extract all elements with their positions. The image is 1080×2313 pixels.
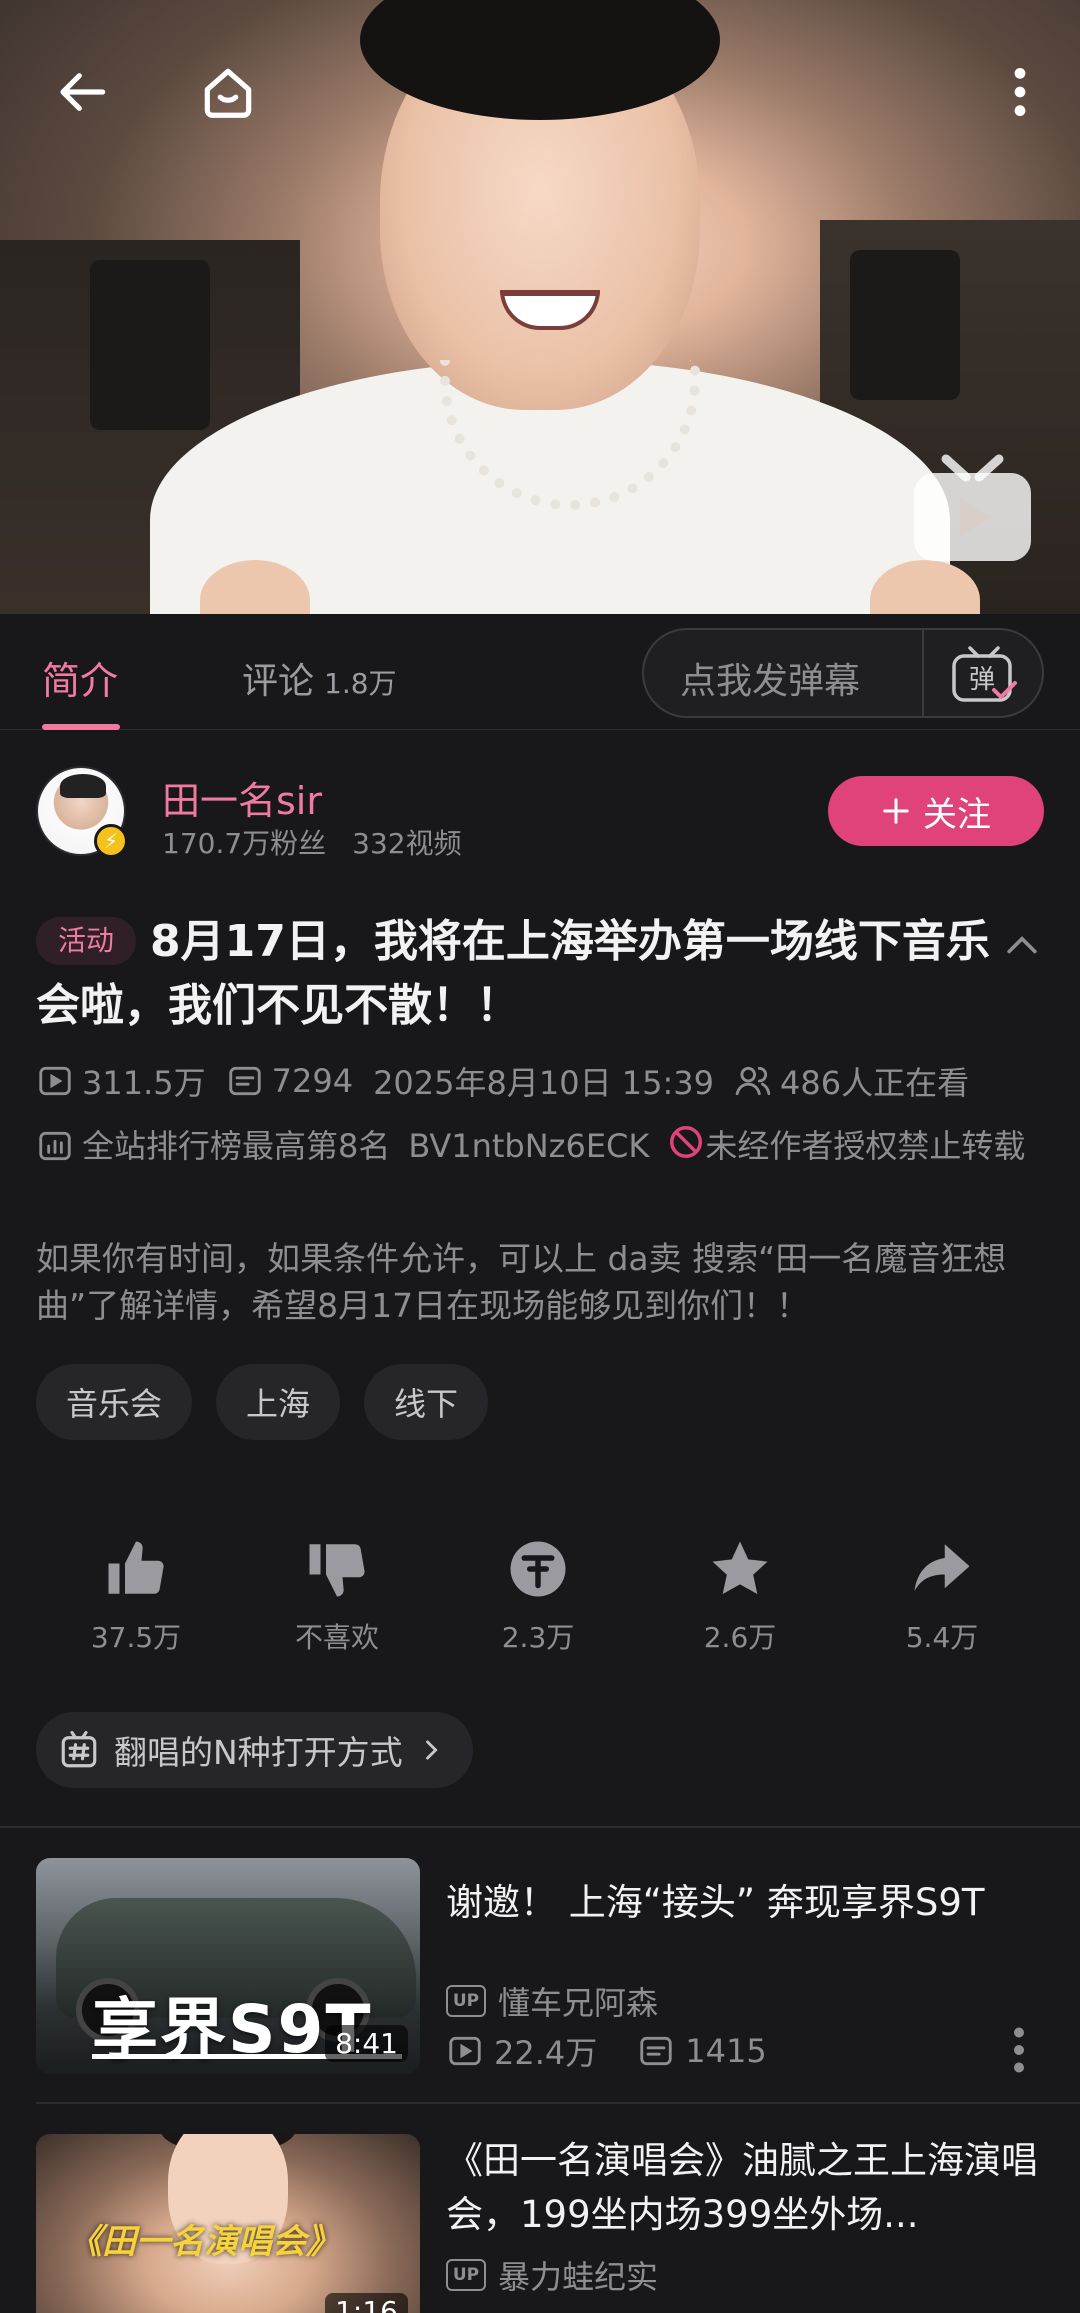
ranking-icon [39,1131,71,1161]
danmaku-input[interactable]: 点我发弹幕 [680,652,860,704]
follow-label: 关注 [923,794,991,835]
uploader-fans: 170.7万粉丝 [162,827,327,860]
coin-icon [510,1541,566,1597]
related-stats: 22.4万 1415 [446,2028,767,2074]
publish-date: 2025年8月10日 15:39 [373,1064,714,1102]
copyright-notice: 未经作者授权禁止转载 [705,1127,1026,1165]
section-divider [0,1826,1080,1828]
thumbnail-caption: 《田一名演唱会》 [68,2222,340,2262]
video-info-row: 全站排行榜最高第8名 BV1ntbNz6ECK 未经作者授权禁止转载 [36,1123,1046,1169]
danmaku-toggle-icon[interactable]: 弹 [944,642,1024,706]
comments-count: 1.8万 [324,667,397,700]
back-button[interactable] [44,52,124,132]
related-video-item[interactable]: 《田一名演唱会》 1:16 《田一名演唱会》油腻之王上海演唱会，199坐内场39… [36,2134,1046,2313]
watching-count: 486人正在看 [779,1064,970,1102]
tab-comments[interactable]: 评论 1.8万 [242,652,397,704]
star-icon [712,1541,768,1595]
danmaku-count-icon [640,2036,672,2066]
share-button[interactable]: 5.4万 [872,1536,1012,1656]
coin-count: 2.3万 [501,1621,575,1654]
danmaku-count-icon [228,1066,261,1096]
thumbs-down-icon [309,1544,365,1597]
favorite-count: 2.6万 [703,1621,777,1654]
tag-list: 音乐会 上海 线下 [36,1364,489,1440]
uploader-name[interactable]: 田一名sir [162,770,322,825]
uploader-videos: 332视频 [352,827,462,860]
play-count-icon [449,2036,481,2066]
danmaku-input-box[interactable]: 点我发弹幕 弹 [642,628,1044,718]
chevron-up-icon[interactable] [1000,924,1044,968]
follow-button[interactable]: 关注 [828,776,1044,846]
tag-item[interactable]: 线下 [364,1364,489,1440]
bilibili-tv-logo-icon [914,454,1031,561]
tab-comments-label: 评论 [242,661,315,702]
topic-chip[interactable]: 翻唱的N种打开方式 [36,1712,473,1788]
topic-label: 翻唱的N种打开方式 [114,1733,403,1772]
tab-active-indicator [42,724,120,730]
related-uploader: UP 暴力蛙纪实 [446,2252,658,2298]
play-count-icon [39,1066,71,1096]
verified-badge-icon: ⚡ [94,824,128,858]
svg-text:弹: 弹 [969,665,995,695]
danmaku-count: 7294 [271,1062,354,1100]
tag-item[interactable]: 上海 [216,1364,341,1440]
view-count: 311.5万 [82,1064,206,1102]
thumbs-up-icon [108,1541,164,1594]
arrow-left-icon [60,73,106,111]
uploader-stats: 170.7万粉丝 332视频 [162,822,462,862]
up-badge-icon: UP [446,2259,486,2291]
video-description: 如果你有时间，如果条件允许，可以上 da卖 搜索“田一名魔音狂想曲”了解详情，希… [36,1239,1007,1325]
home-icon [204,68,252,118]
like-count: 37.5万 [90,1621,182,1654]
video-duration: 1:16 [325,2293,408,2313]
video-player[interactable] [0,0,1080,614]
related-thumbnail[interactable]: 《田一名演唱会》 1:16 [36,2134,420,2313]
dislike-button[interactable]: 不喜欢 [267,1536,407,1656]
danmaku-divider [922,630,924,716]
related-danmaku: 1415 [685,2032,767,2070]
related-views: 22.4万 [494,2034,598,2072]
tag-item[interactable]: 音乐会 [36,1364,193,1440]
share-arrow-icon [914,1544,970,1591]
tab-bar: 简介 评论 1.8万 点我发弹幕 弹 [0,614,1080,730]
related-title: 《田一名演唱会》油腻之王上海演唱会，199坐内场399坐外场... [446,2139,1038,2236]
tab-intro[interactable]: 简介 [42,650,118,705]
video-stats-row: 311.5万 7294 2025年8月10日 15:39 486人正在看 [36,1058,989,1104]
more-button[interactable] [980,52,1060,132]
ranking-text[interactable]: 全站排行榜最高第8名 [82,1123,390,1169]
forbidden-icon [670,1126,703,1158]
chevron-right-icon [425,1740,438,1760]
favorite-button[interactable]: 2.6万 [670,1536,810,1656]
related-video-item[interactable]: 享界S9T 8:41 谢邀！ 上海“接头” 奔现享界S9T UP 懂车兄阿森 2… [36,1858,1046,2078]
share-count: 5.4万 [905,1621,979,1654]
video-duration: 8:41 [325,2025,408,2062]
related-uploader-name: 暴力蛙纪实 [498,2258,659,2296]
home-button[interactable] [188,52,268,132]
coin-button[interactable]: 2.3万 [468,1536,608,1656]
dislike-label: 不喜欢 [294,1621,379,1654]
related-thumbnail[interactable]: 享界S9T 8:41 [36,1858,420,2074]
viewers-icon [735,1066,771,1096]
more-vertical-icon[interactable] [1004,2020,1034,2080]
related-uploader-name: 懂车兄阿森 [498,1984,659,2022]
activity-tag[interactable]: 活动 [36,917,137,965]
more-vertical-icon [1014,67,1026,117]
video-detail-page: 简介 评论 1.8万 点我发弹幕 弹 ⚡ 田一名sir 170.7万粉丝 332… [0,0,1080,2313]
plus-icon [883,798,909,824]
related-uploader: UP 懂车兄阿森 [446,1978,658,2024]
topic-hashtag-icon [61,1730,97,1768]
up-badge-icon: UP [446,1985,486,2017]
related-title: 谢邀！ 上海“接头” 奔现享界S9T [446,1881,985,1924]
video-title-text: 8月17日，我将在上海举办第一场线下音乐会啦，我们不见不散！！ [36,916,990,1031]
list-divider [36,2102,1080,2104]
like-button[interactable]: 37.5万 [66,1536,206,1656]
bvid[interactable]: BV1ntbNz6ECK [408,1127,649,1165]
video-title: 活动 8月17日，我将在上海举办第一场线下音乐会啦，我们不见不散！！ [36,910,996,1038]
